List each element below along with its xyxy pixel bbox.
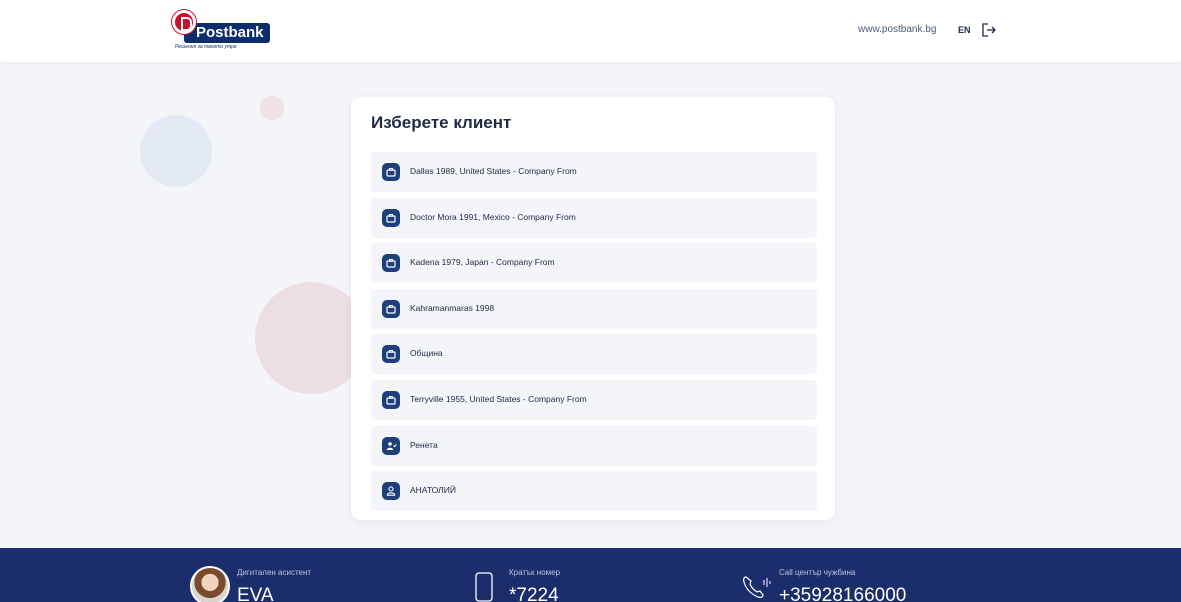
client-label: Doctor Mora 1991, Mexico - Company From xyxy=(410,211,576,222)
website-link[interactable]: www.postbank.bg xyxy=(858,24,936,35)
call-center-value: +35928166000 xyxy=(779,585,907,602)
client-label: Kahramanmaras 1998 xyxy=(410,302,495,313)
client-label: АНАТОЛИЙ xyxy=(410,485,456,496)
call-center-icon xyxy=(742,574,772,602)
client-item[interactable]: Ренета xyxy=(371,425,817,466)
short-number-label: Кратък номер xyxy=(509,568,561,577)
client-item[interactable]: Kahramanmaras 1998 xyxy=(371,288,817,329)
logo-wordmark: Postbank xyxy=(184,23,270,43)
decorative-circle xyxy=(140,115,212,187)
postbank-logo[interactable]: Postbank Решения за твоето утре xyxy=(172,10,292,50)
call-center-label: Call център чужбина xyxy=(779,568,856,577)
client-item[interactable]: Doctor Mora 1991, Mexico - Company From xyxy=(371,197,817,238)
assistant-avatar[interactable] xyxy=(190,566,230,602)
language-switch[interactable]: EN xyxy=(958,25,971,35)
decorative-circle xyxy=(260,96,284,120)
client-label: Ренета xyxy=(410,439,438,450)
client-label: Terryville 1955, United States - Company… xyxy=(410,393,587,404)
phone-icon xyxy=(474,572,494,602)
client-item[interactable]: Dallas 1989, United States - Company Fro… xyxy=(371,152,817,192)
client-list: Dallas 1989, United States - Company Fro… xyxy=(371,152,817,517)
briefcase-icon xyxy=(382,390,400,409)
card-title: Изберете клиент xyxy=(371,113,512,132)
briefcase-icon xyxy=(382,163,400,181)
top-header: Postbank Решения за твоето утре www.post… xyxy=(0,0,1181,62)
assistant-label: Дигитален асистент xyxy=(237,568,312,577)
client-label: Община xyxy=(410,348,443,359)
client-item[interactable]: АНАТОЛИЙ xyxy=(371,471,817,512)
contact-footer: Дигитален асистент EVA Кратък номер *722… xyxy=(0,548,1181,602)
briefcase-icon xyxy=(382,254,400,273)
client-select-card: Изберете клиент Dallas 1989, United Stat… xyxy=(351,97,835,520)
logo-tagline: Решения за твоето утре xyxy=(175,44,237,50)
client-item[interactable]: Община xyxy=(371,334,817,375)
client-item[interactable]: Terryville 1955, United States - Company… xyxy=(371,379,817,420)
client-label: Kadena 1979, Japan - Company From xyxy=(410,257,555,268)
briefcase-icon xyxy=(382,345,400,364)
logout-icon[interactable] xyxy=(981,22,997,38)
user-icon xyxy=(382,482,400,501)
briefcase-icon xyxy=(382,208,400,227)
user-check-icon xyxy=(382,436,400,455)
short-number-value: *7224 xyxy=(509,585,559,602)
client-item[interactable]: Kadena 1979, Japan - Company From xyxy=(371,243,817,284)
briefcase-icon xyxy=(382,299,400,318)
client-label: Dallas 1989, United States - Company Fro… xyxy=(410,166,577,176)
assistant-name: EVA xyxy=(237,585,274,602)
logo-mark-icon xyxy=(172,10,196,34)
